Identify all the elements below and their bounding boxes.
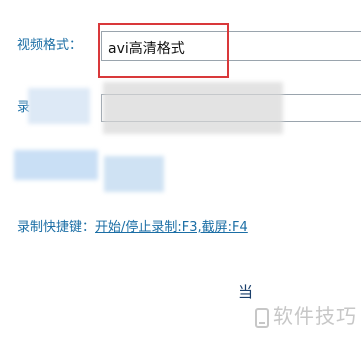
obscured-field-blur: [103, 82, 283, 134]
video-format-label: 视频格式：: [17, 38, 83, 53]
obscured-row-label-blur: [14, 150, 98, 180]
partial-text: 当: [238, 283, 254, 301]
shortcut-row: 录制快捷键：开始/停止录制:F3,截屏:F4: [17, 220, 248, 236]
watermark: 软件技巧: [254, 300, 357, 329]
watermark-text: 软件技巧: [273, 304, 357, 328]
watermark-logo-icon: [255, 307, 269, 328]
shortcut-link[interactable]: 开始/停止录制:F3,截屏:F4: [95, 220, 248, 235]
obscured-row-value-blur: [104, 156, 164, 192]
highlight-annotation: [98, 23, 229, 78]
obscured-label-blur: [28, 88, 90, 124]
shortcut-label: 录制快捷键：: [17, 220, 96, 235]
